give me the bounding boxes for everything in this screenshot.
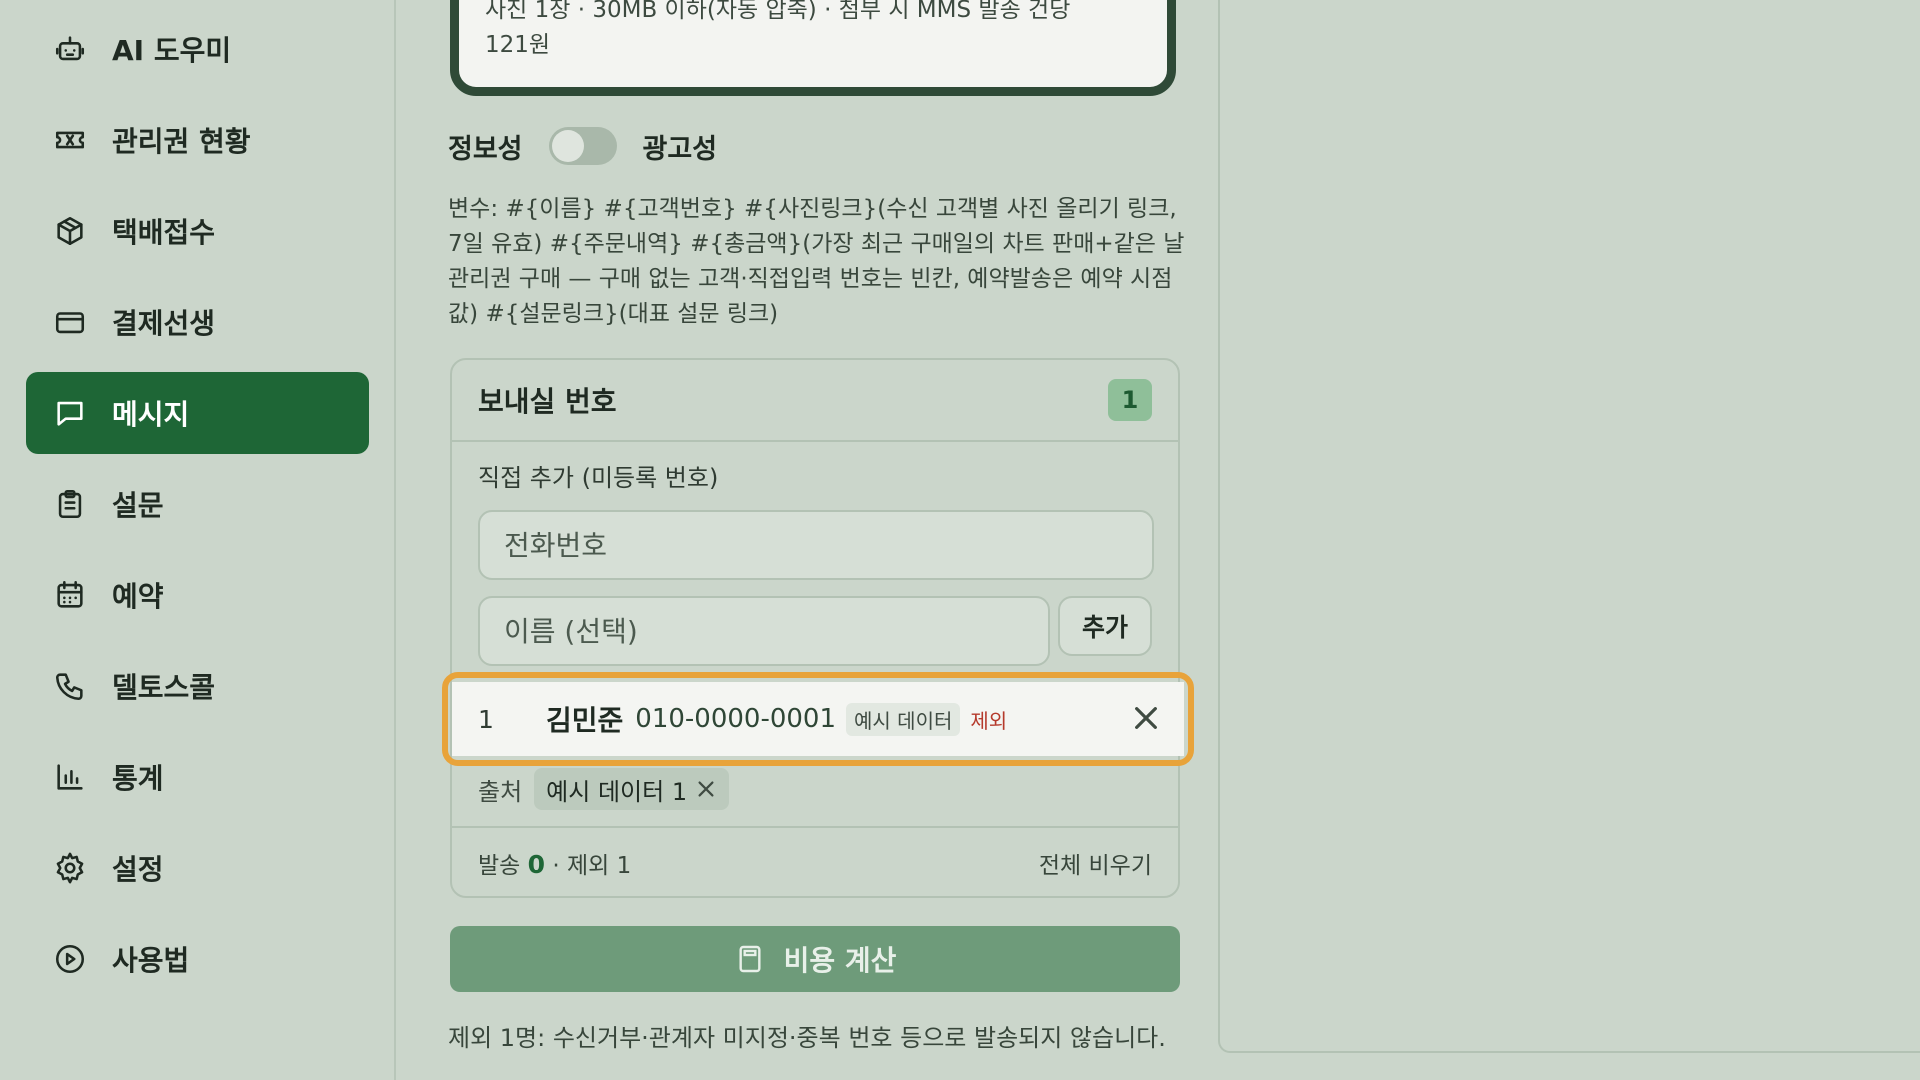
recipients-title: 보내실 번호: [478, 385, 617, 418]
bar-chart-icon: [52, 759, 88, 795]
calculator-icon: [739, 945, 761, 973]
package-icon: [52, 213, 88, 249]
message-type-toggle[interactable]: [548, 127, 617, 165]
sidebar-item-label: 예약: [112, 580, 164, 613]
sidebar-item-reservation[interactable]: 예약: [26, 554, 369, 636]
preview-line-2: 121원: [485, 32, 551, 58]
clear-all-button[interactable]: 전체 비우기: [1039, 846, 1152, 880]
message-compose-panel: 사진 1장 · 30MB 이하(자동 압축) · 첨부 시 MMS 발송 건당 …: [396, 0, 1218, 1080]
sidebar-item-parcel[interactable]: 택배접수: [26, 190, 369, 272]
remove-source-icon[interactable]: [695, 778, 717, 800]
sidebar-item-settings[interactable]: 설정: [26, 827, 369, 909]
source-row: 출처 예시 데이터 1: [478, 768, 730, 810]
sidebar-item-label: 메시지: [112, 398, 190, 431]
sidebar-item-management-status[interactable]: 관리권 현황: [26, 99, 369, 181]
recipients-header: 보내실 번호 1: [452, 360, 1178, 442]
sidebar-item-label: 델토스콜: [112, 671, 216, 704]
send-count: 0: [527, 850, 546, 879]
sidebar-item-label: 택배접수: [112, 216, 216, 249]
right-panel: [1218, 0, 1920, 1053]
credit-card-icon: [52, 304, 88, 340]
message-icon: [52, 395, 88, 431]
sidebar-item-label: 통계: [112, 762, 164, 795]
send-stats-label: 발송: [478, 853, 521, 879]
robot-icon: [52, 31, 88, 67]
sidebar-item-label: 사용법: [112, 944, 190, 977]
sidebar: AI 도우미 관리권 현황 택배접수 결제선생 메시지 설문 예약 델토스콜 통…: [0, 0, 396, 1080]
sidebar-item-payment[interactable]: 결제선생: [26, 281, 369, 363]
calendar-icon: [52, 577, 88, 613]
recipient-name: 김민준: [546, 704, 624, 737]
sidebar-item-label: AI 도우미: [112, 34, 232, 67]
sidebar-item-survey[interactable]: 설문: [26, 463, 369, 545]
source-chip: 예시 데이터 1: [534, 768, 730, 810]
sidebar-item-label: 관리권 현황: [112, 125, 251, 158]
recipient-row-number: 1: [478, 704, 494, 734]
message-type-toggle-row: 정보성 광고성: [448, 124, 717, 168]
recipient-row[interactable]: 1 김민준 010-0000-0001 예시 데이터 제외: [452, 682, 1184, 756]
exclusion-note: 제외 1명: 수신거부·관계자 미지정·중복 번호 등으로 발송되지 않습니다.: [448, 1024, 1166, 1052]
preview-line-1: 사진 1장 · 30MB 이하(자동 압축) · 첨부 시 MMS 발송 건당: [485, 0, 1071, 23]
recipients-footer: 발송 0 · 제외 1 전체 비우기: [452, 826, 1178, 898]
variables-help-text: 변수: #{이름} #{고객번호} #{사진링크}(수신 고객별 사진 올리기 …: [448, 196, 1185, 327]
sidebar-item-statistics[interactable]: 통계: [26, 736, 369, 818]
send-stats: 발송 0 · 제외 1: [478, 846, 631, 880]
recipient-phone: 010-0000-0001: [635, 704, 837, 734]
add-recipient-button[interactable]: 추가: [1058, 596, 1152, 656]
sidebar-item-label: 설문: [112, 489, 164, 522]
message-preview-card: 사진 1장 · 30MB 이하(자동 압축) · 첨부 시 MMS 발송 건당 …: [450, 0, 1176, 96]
recipients-card: 보내실 번호 1 직접 추가 (미등록 번호) 추가 출처 예시 데이터 1 발…: [450, 358, 1180, 898]
clipboard-icon: [52, 486, 88, 522]
toggle-knob: [551, 130, 584, 162]
direct-add-label: 직접 추가 (미등록 번호): [478, 464, 719, 492]
sidebar-item-message[interactable]: 메시지: [26, 372, 369, 454]
phone-input[interactable]: [502, 527, 1152, 563]
phone-input-wrapper: [478, 510, 1154, 580]
sidebar-item-guide[interactable]: 사용법: [26, 918, 369, 1000]
source-label: 출처: [478, 777, 523, 806]
name-input[interactable]: [502, 613, 1048, 649]
recipient-excluded-label: 제외: [970, 708, 1008, 733]
calculate-cost-button[interactable]: 비용 계산: [450, 926, 1180, 992]
phone-icon: [52, 668, 88, 704]
remove-recipient-icon[interactable]: [1130, 702, 1162, 734]
name-input-wrapper: [478, 596, 1050, 666]
sidebar-item-call[interactable]: 델토스콜: [26, 645, 369, 727]
calculate-cost-label: 비용 계산: [783, 944, 897, 977]
sidebar-item-label: 결제선생: [112, 307, 216, 340]
play-circle-icon: [52, 941, 88, 977]
sidebar-item-label: 설정: [112, 853, 164, 886]
gear-icon: [52, 850, 88, 886]
recipients-count-badge: 1: [1108, 379, 1152, 421]
sidebar-item-ai-assistant[interactable]: AI 도우미: [26, 8, 369, 90]
ticket-icon: [52, 122, 88, 158]
excluded-stats: · 제외 1: [552, 853, 632, 879]
ad-type-label: 광고성: [642, 133, 718, 165]
recipient-source-tag: 예시 데이터: [846, 702, 961, 736]
source-chip-label: 예시 데이터 1: [546, 777, 688, 806]
info-type-label: 정보성: [448, 133, 523, 165]
